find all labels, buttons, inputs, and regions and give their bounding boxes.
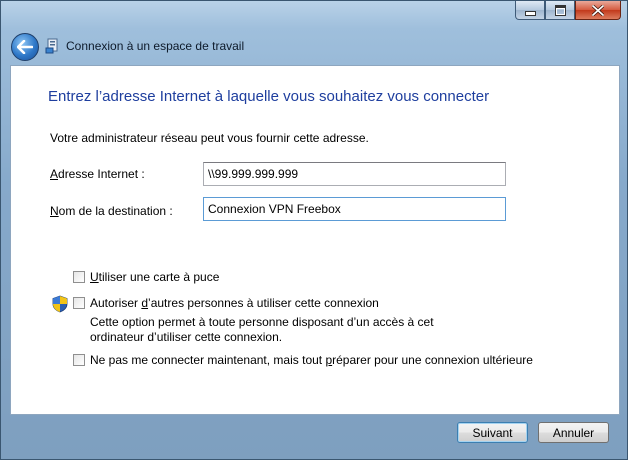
connect-later-label[interactable]: Ne pas me connecter maintenant, mais tou… (90, 353, 533, 367)
allow-others-text-2: ’autres personnes à utiliser cette conne… (148, 296, 379, 310)
close-button[interactable] (575, 1, 621, 20)
close-icon (592, 4, 604, 16)
minimize-icon (524, 10, 536, 16)
back-arrow-icon (17, 40, 33, 54)
internet-address-input[interactable] (203, 162, 506, 186)
allow-others-text-1: Autoriser (90, 296, 142, 310)
connect-later-text-2: réparer pour une connexion ultérieure (332, 353, 533, 367)
window-controls (515, 1, 621, 20)
destination-label: Nom de la destination : (50, 204, 173, 218)
allow-others-note: Cette option permet à toute personne dis… (90, 315, 434, 344)
smartcard-mnemonic: U (90, 270, 99, 284)
back-button[interactable] (11, 33, 39, 61)
address-label-text: dresse Internet : (58, 167, 145, 181)
navigation-bar: Connexion à un espace de travail (1, 29, 627, 65)
smartcard-text: tiliser une carte à puce (98, 270, 220, 284)
wizard-page: Entrez l’adresse Internet à laquelle vou… (10, 65, 620, 415)
maximize-button[interactable] (545, 1, 575, 20)
maximize-icon (554, 4, 566, 16)
page-description: Votre administrateur réseau peut vous fo… (50, 131, 369, 145)
address-label: Adresse Internet : (50, 167, 145, 181)
address-label-mnemonic: A (50, 167, 59, 181)
dialog-window: Connexion à un espace de travail Entrez … (0, 0, 628, 460)
allow-others-checkbox[interactable] (73, 297, 85, 309)
next-button[interactable]: Suivant (457, 422, 528, 443)
connect-later-checkbox[interactable] (73, 354, 85, 366)
connect-later-text-1: Ne pas me connecter maintenant, mais tou… (90, 353, 326, 367)
page-heading: Entrez l’adresse Internet à laquelle vou… (48, 88, 490, 105)
smartcard-checkbox[interactable] (73, 271, 85, 283)
smartcard-label[interactable]: Utiliser une carte à puce (90, 270, 219, 284)
uac-shield-icon (52, 295, 68, 313)
destination-label-mnemonic: N (50, 204, 59, 218)
destination-name-input[interactable] (203, 197, 506, 221)
cancel-button[interactable]: Annuler (538, 422, 609, 443)
destination-label-text: om de la destination : (58, 204, 173, 218)
network-connection-icon (45, 38, 58, 54)
window-title: Connexion à un espace de travail (66, 39, 245, 53)
title-bar[interactable] (1, 1, 627, 29)
minimize-button[interactable] (515, 1, 545, 20)
allow-others-label[interactable]: Autoriser d’autres personnes à utiliser … (90, 296, 379, 310)
